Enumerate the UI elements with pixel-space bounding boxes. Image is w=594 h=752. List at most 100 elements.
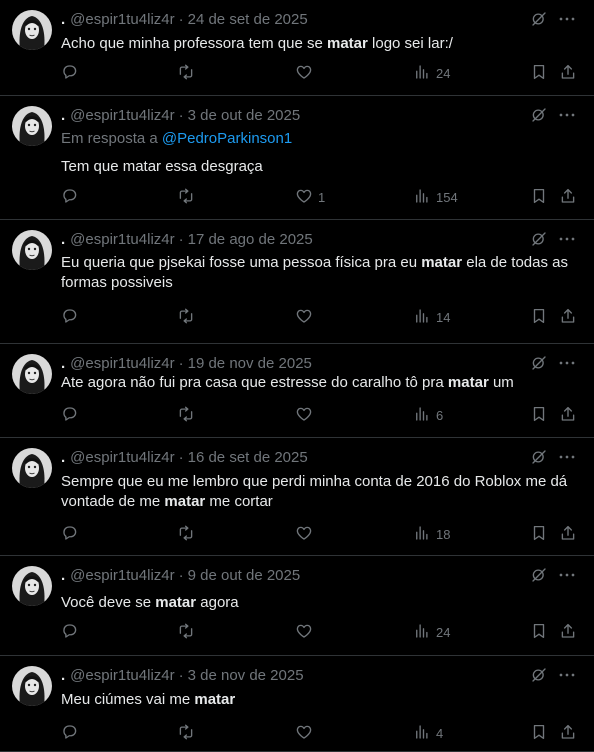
share-button[interactable] <box>559 405 577 425</box>
text-segment: Ate agora não fui pra casa que estresse … <box>61 374 448 391</box>
avatar[interactable] <box>12 448 52 488</box>
display-name[interactable]: . <box>61 449 65 466</box>
more-options-icon[interactable] <box>558 230 578 250</box>
grok-icon[interactable] <box>530 10 550 30</box>
text-segment: Meu ciúmes vai me <box>61 691 195 708</box>
user-handle[interactable]: @espir1tu4liz4r <box>70 355 174 372</box>
views-button[interactable]: 24 <box>413 622 450 642</box>
views-button[interactable]: 24 <box>413 63 450 83</box>
like-button[interactable] <box>295 63 318 83</box>
tweet[interactable]: . @espir1tu4liz4r · 16 de set de 2025 Sempre… <box>0 438 594 556</box>
grok-icon[interactable] <box>530 354 550 374</box>
views-chart-icon <box>413 723 431 744</box>
display-name[interactable]: . <box>61 667 65 684</box>
grok-icon[interactable] <box>530 566 550 586</box>
more-options-icon[interactable] <box>558 106 578 126</box>
like-button[interactable]: 1 <box>295 187 325 207</box>
tweet-text: Você deve se matar agora <box>61 593 578 613</box>
display-name[interactable]: . <box>61 355 65 372</box>
tweet[interactable]: . @espir1tu4liz4r · 19 de nov de 2025 Ate ag… <box>0 344 594 438</box>
reply-button[interactable] <box>61 524 84 544</box>
user-handle[interactable]: @espir1tu4liz4r <box>70 231 174 248</box>
user-handle[interactable]: @espir1tu4liz4r <box>70 11 174 28</box>
display-name[interactable]: . <box>61 567 65 584</box>
grok-icon[interactable] <box>530 448 550 468</box>
more-options-icon[interactable] <box>558 354 578 374</box>
like-button[interactable] <box>295 307 318 327</box>
more-options-icon[interactable] <box>558 448 578 468</box>
retweet-button[interactable] <box>177 622 200 642</box>
tweet-date[interactable]: 16 de set de 2025 <box>188 449 308 466</box>
retweet-button[interactable] <box>177 63 200 83</box>
display-name[interactable]: . <box>61 231 65 248</box>
tweet[interactable]: . @espir1tu4liz4r · 3 de nov de 2025 Meu ciú… <box>0 656 594 752</box>
user-handle[interactable]: @espir1tu4liz4r <box>70 107 174 124</box>
share-button[interactable] <box>559 723 577 743</box>
bookmark-button[interactable] <box>530 524 548 544</box>
share-button[interactable] <box>559 524 577 544</box>
avatar[interactable] <box>12 666 52 706</box>
retweet-button[interactable] <box>177 187 200 207</box>
tweet-date[interactable]: 17 de ago de 2025 <box>188 231 313 248</box>
bookmark-button[interactable] <box>530 63 548 83</box>
bookmark-button[interactable] <box>530 187 548 207</box>
bookmark-button[interactable] <box>530 405 548 425</box>
tweet-date[interactable]: 19 de nov de 2025 <box>188 355 312 372</box>
reply-mention-link[interactable]: @PedroParkinson1 <box>162 130 292 147</box>
heart-icon <box>295 187 313 208</box>
avatar[interactable] <box>12 566 52 606</box>
reply-prefix: Em resposta a <box>61 130 162 147</box>
user-handle[interactable]: @espir1tu4liz4r <box>70 449 174 466</box>
reply-button[interactable] <box>61 63 84 83</box>
views-button[interactable]: 18 <box>413 524 450 544</box>
avatar[interactable] <box>12 354 52 394</box>
reply-button[interactable] <box>61 622 84 642</box>
share-button[interactable] <box>559 63 577 83</box>
grok-icon[interactable] <box>530 106 550 126</box>
bookmark-button[interactable] <box>530 723 548 743</box>
retweet-button[interactable] <box>177 524 200 544</box>
like-button[interactable] <box>295 405 318 425</box>
display-name[interactable]: . <box>61 11 65 28</box>
avatar[interactable] <box>12 230 52 270</box>
bookmark-button[interactable] <box>530 622 548 642</box>
views-button[interactable]: 14 <box>413 307 450 327</box>
share-button[interactable] <box>559 187 577 207</box>
like-button[interactable] <box>295 723 318 743</box>
tweet-date[interactable]: 9 de out de 2025 <box>188 567 301 584</box>
tweet-date[interactable]: 3 de out de 2025 <box>188 107 301 124</box>
reply-button[interactable] <box>61 187 84 207</box>
reply-button[interactable] <box>61 723 84 743</box>
tweet[interactable]: . @espir1tu4liz4r · 17 de ago de 2025 Eu que… <box>0 220 594 344</box>
more-options-icon[interactable] <box>558 566 578 586</box>
retweet-button[interactable] <box>177 723 200 743</box>
views-button[interactable]: 154 <box>413 187 458 207</box>
user-handle[interactable]: @espir1tu4liz4r <box>70 667 174 684</box>
like-button[interactable] <box>295 524 318 544</box>
tweet[interactable]: . @espir1tu4liz4r · 24 de set de 2025 Acho q… <box>0 0 594 96</box>
share-button[interactable] <box>559 622 577 642</box>
retweet-button[interactable] <box>177 405 200 425</box>
share-button[interactable] <box>559 307 577 327</box>
grok-icon[interactable] <box>530 666 550 686</box>
user-handle[interactable]: @espir1tu4liz4r <box>70 567 174 584</box>
avatar[interactable] <box>12 10 52 50</box>
tweet-header: . @espir1tu4liz4r · 17 de ago de 2025 <box>61 230 313 250</box>
grok-icon[interactable] <box>530 230 550 250</box>
views-button[interactable]: 6 <box>413 405 443 425</box>
views-button[interactable]: 4 <box>413 723 443 743</box>
tweet[interactable]: . @espir1tu4liz4r · 9 de out de 2025 Você de… <box>0 556 594 656</box>
retweet-button[interactable] <box>177 307 200 327</box>
tweet[interactable]: . @espir1tu4liz4r · 3 de out de 2025 Em resp… <box>0 96 594 220</box>
reply-button[interactable] <box>61 307 84 327</box>
tweet-date[interactable]: 3 de nov de 2025 <box>188 667 304 684</box>
reply-button[interactable] <box>61 405 84 425</box>
avatar[interactable] <box>12 106 52 146</box>
tweet-date[interactable]: 24 de set de 2025 <box>188 11 308 28</box>
more-options-icon[interactable] <box>558 10 578 30</box>
like-button[interactable] <box>295 622 318 642</box>
bookmark-button[interactable] <box>530 307 548 327</box>
more-options-icon[interactable] <box>558 666 578 686</box>
like-count: 1 <box>318 189 326 205</box>
display-name[interactable]: . <box>61 107 65 124</box>
